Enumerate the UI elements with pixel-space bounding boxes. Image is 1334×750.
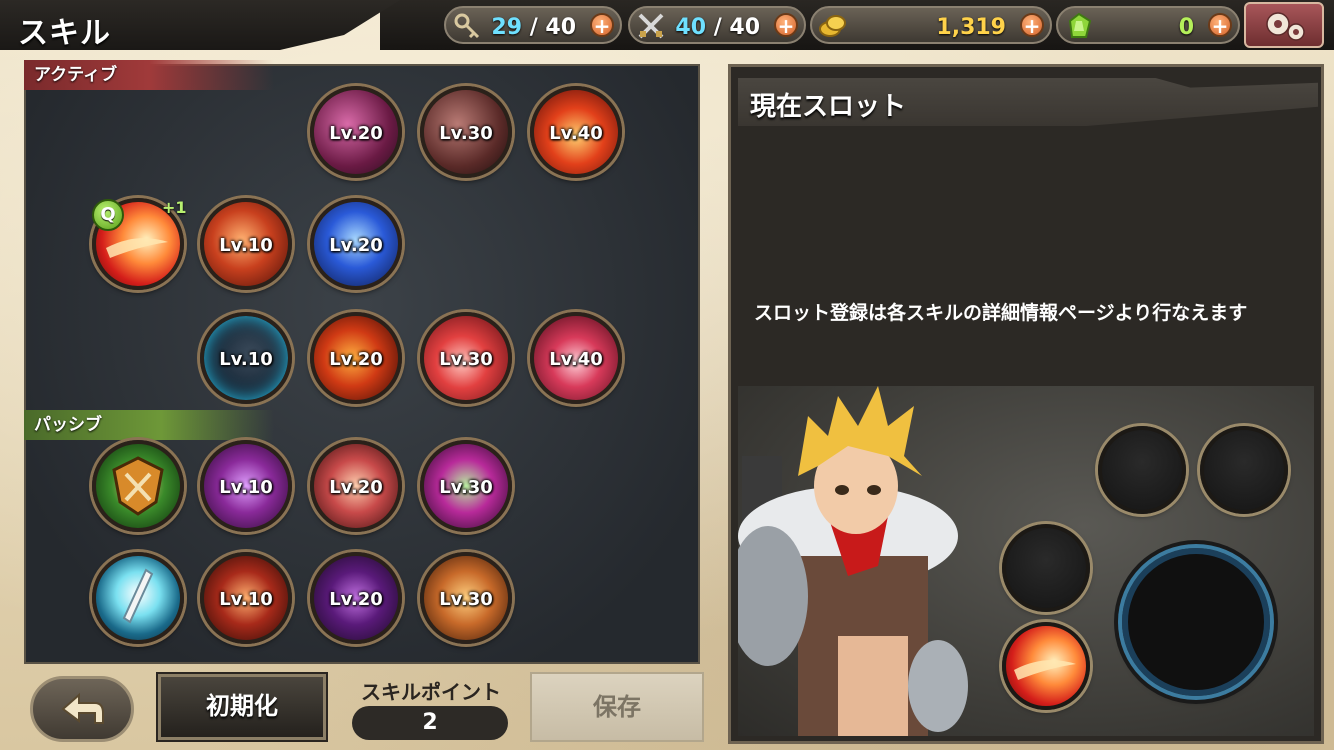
skill-active-6[interactable]: Lv.10 [200, 312, 292, 404]
add-keys-button[interactable]: + [590, 13, 614, 37]
save-label: 保存 [593, 693, 641, 721]
skill-slot-3[interactable] [1002, 524, 1090, 612]
stamina-current: 40 [675, 15, 707, 40]
attack-slot[interactable] [1122, 548, 1270, 696]
active-section-label: アクティブ [24, 60, 274, 90]
skill-level: Lv.30 [439, 123, 493, 144]
gold-coins-icon [819, 15, 846, 37]
skill-active-5[interactable]: Lv.20 [310, 198, 402, 290]
flame-wave-icon [1014, 660, 1076, 680]
save-button[interactable]: 保存 [530, 672, 704, 742]
sword-light-icon [122, 568, 154, 624]
skill-passive-4[interactable]: Lv.30 [420, 440, 512, 532]
skill-active-2[interactable]: Lv.30 [420, 86, 512, 178]
upgrade-bonus-badge: +1 [162, 198, 187, 217]
page-title: スキル [18, 16, 111, 51]
gear-icon [1266, 12, 1305, 41]
skill-passive-8[interactable]: Lv.30 [420, 552, 512, 644]
skill-level: Lv.30 [439, 349, 493, 370]
skill-active-7[interactable]: Lv.20 [310, 312, 402, 404]
skill-level: Lv.10 [219, 349, 273, 370]
skill-level: Lv.20 [329, 477, 383, 498]
skill-level: Lv.40 [549, 123, 603, 144]
skill-active-9[interactable]: Lv.40 [530, 312, 622, 404]
slot-panel-title: 現在スロット [750, 92, 907, 122]
settings-button[interactable] [1244, 2, 1324, 48]
green-gem-icon [1068, 12, 1092, 38]
crossed-swords-icon [638, 13, 664, 39]
add-gems-button[interactable]: + [1208, 13, 1232, 37]
back-button[interactable] [30, 676, 134, 742]
skill-active-4[interactable]: Lv.10 [200, 198, 292, 290]
gold-amount: 1,319 [936, 15, 1006, 40]
skill-passive-2[interactable]: Lv.10 [200, 440, 292, 532]
skill-level: Lv.30 [439, 589, 493, 610]
stamina-max: / 40 [706, 15, 760, 40]
skill-active-1[interactable]: Lv.20 [310, 86, 402, 178]
skill-point-value: 2 [352, 706, 508, 740]
skill-level: Lv.10 [219, 235, 273, 256]
hero-character-icon [738, 386, 968, 736]
skill-level: Lv.20 [329, 349, 383, 370]
passive-section-label: パッシブ [24, 410, 274, 440]
skill-level: Lv.20 [329, 123, 383, 144]
reset-button[interactable]: 初期化 [156, 672, 328, 742]
skill-level: Lv.30 [439, 477, 493, 498]
skill-level: Lv.20 [329, 589, 383, 610]
skill-level: Lv.20 [329, 235, 383, 256]
skill-slot-2[interactable] [1200, 426, 1288, 514]
skill-passive-7[interactable]: Lv.20 [310, 552, 402, 644]
key-counter: 29 / 40 + [444, 6, 622, 44]
skill-passive-3[interactable]: Lv.20 [310, 440, 402, 532]
skill-passive-5[interactable] [92, 552, 184, 644]
skill-point-label: スキルポイント [361, 680, 501, 704]
skill-active-3[interactable]: Lv.40 [530, 86, 622, 178]
skill-active-8[interactable]: Lv.30 [420, 312, 512, 404]
stamina-counter: 40 / 40 + [628, 6, 806, 44]
gem-amount: 0 [1178, 15, 1194, 40]
key-current: 29 [491, 15, 523, 40]
add-stamina-button[interactable]: + [774, 13, 798, 37]
add-gold-button[interactable]: + [1020, 13, 1044, 37]
back-arrow-icon [61, 692, 104, 724]
key-max: / 40 [522, 15, 576, 40]
skill-level: Lv.10 [219, 477, 273, 498]
skill-level: Lv.10 [219, 589, 273, 610]
gold-counter: 1,319 + [810, 6, 1052, 44]
skill-level: Lv.40 [549, 349, 603, 370]
reset-label: 初期化 [206, 692, 278, 720]
skill-passive-6[interactable]: Lv.10 [200, 552, 292, 644]
skill-slot-1[interactable] [1098, 426, 1186, 514]
quickslot-badge: Q [92, 199, 124, 231]
shield-icon [112, 456, 164, 516]
skill-slot-4-equipped[interactable] [1002, 622, 1090, 710]
gem-counter: 0 + [1056, 6, 1240, 44]
key-icon [454, 13, 480, 39]
slot-info-text: スロット登録は各スキルの詳細情報ページより行なえます [754, 302, 1248, 324]
skill-passive-1[interactable] [92, 440, 184, 532]
